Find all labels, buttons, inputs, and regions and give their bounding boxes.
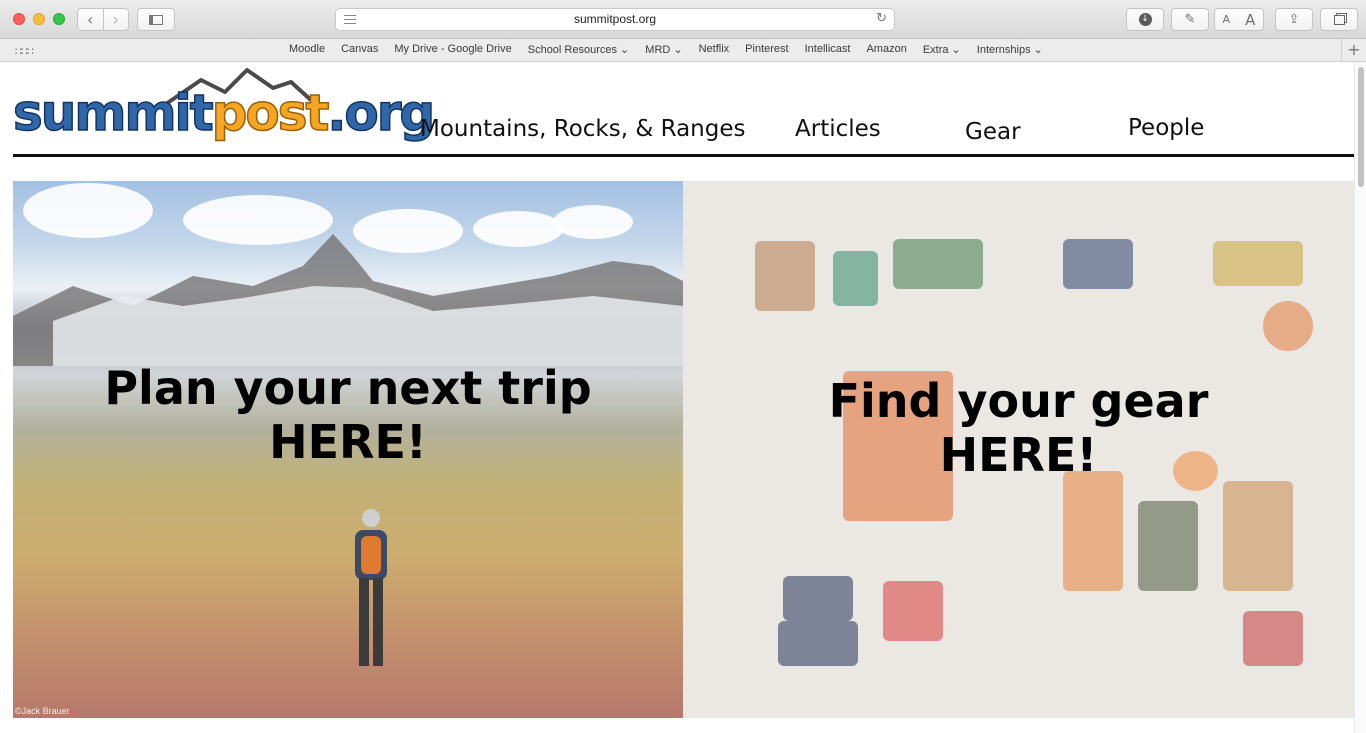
minimize-window-button[interactable] bbox=[33, 13, 45, 25]
find-gear-panel[interactable]: Find your gear HERE! bbox=[683, 181, 1354, 718]
bookmarks-list: Moodle Canvas My Drive - Google Drive Sc… bbox=[289, 43, 1059, 56]
sidebar-toggle-button[interactable] bbox=[137, 8, 175, 31]
find-gear-heading[interactable]: Find your gear HERE! bbox=[683, 374, 1354, 483]
mountain-range-icon bbox=[13, 234, 683, 366]
nav-articles[interactable]: Articles bbox=[795, 116, 881, 142]
text-smaller-button[interactable]: A bbox=[1223, 13, 1231, 26]
bookmark-canvas[interactable]: Canvas bbox=[341, 43, 378, 56]
address-bar[interactable]: summitpost.org ↻ bbox=[335, 8, 895, 31]
text-size-control[interactable]: A A bbox=[1214, 8, 1264, 31]
bookmarks-bar: ∷∷∷ Moodle Canvas My Drive - Google Driv… bbox=[0, 39, 1366, 62]
scrollbar-thumb[interactable] bbox=[1358, 67, 1364, 187]
find-gear-line2: HERE! bbox=[939, 428, 1098, 483]
zoom-window-button[interactable] bbox=[53, 13, 65, 25]
plan-trip-panel[interactable]: Plan your next trip HERE! ©Jack Brauer bbox=[13, 181, 683, 718]
reload-icon[interactable]: ↻ bbox=[876, 11, 887, 26]
history-nav: ‹ › bbox=[77, 8, 129, 31]
nav-mountains[interactable]: Mountains, Rocks, & Ranges bbox=[420, 116, 745, 142]
bookmark-school-resources[interactable]: School Resources ⌄ bbox=[528, 43, 630, 56]
plan-trip-heading[interactable]: Plan your next trip HERE! bbox=[13, 361, 683, 470]
nav-people[interactable]: People bbox=[1128, 115, 1204, 141]
bookmark-google-drive[interactable]: My Drive - Google Drive bbox=[394, 43, 511, 56]
plan-trip-line1: Plan your next trip bbox=[104, 361, 592, 415]
bookmark-internships[interactable]: Internships ⌄ bbox=[977, 43, 1043, 56]
markup-button[interactable]: ✎ bbox=[1171, 8, 1209, 31]
logo-part-org: .org bbox=[327, 84, 436, 142]
bookmark-mrd[interactable]: MRD ⌄ bbox=[645, 43, 682, 56]
plan-trip-line2: HERE! bbox=[269, 415, 427, 470]
bookmark-netflix[interactable]: Netflix bbox=[699, 43, 730, 56]
top-sites-icon[interactable]: ∷∷∷ bbox=[15, 45, 34, 58]
page-scrollbar[interactable] bbox=[1354, 62, 1366, 733]
bookmark-intellicast[interactable]: Intellicast bbox=[805, 43, 851, 56]
forward-icon[interactable]: › bbox=[102, 9, 129, 30]
find-gear-line1: Find your gear bbox=[828, 374, 1209, 428]
add-bookmark-icon[interactable]: + bbox=[1341, 39, 1366, 61]
site-logo[interactable]: summitpost.org bbox=[12, 68, 436, 148]
hiker-icon bbox=[355, 509, 387, 666]
text-larger-button[interactable]: A bbox=[1245, 11, 1255, 29]
web-page: summitpost.org Mountains, Rocks, & Range… bbox=[0, 62, 1354, 733]
browser-toolbar: ‹ › summitpost.org ↻ ↓ ✎ A A ⇪ bbox=[0, 0, 1366, 39]
nav-divider bbox=[13, 154, 1354, 157]
bookmark-pinterest[interactable]: Pinterest bbox=[745, 43, 788, 56]
share-button[interactable]: ⇪ bbox=[1275, 8, 1313, 31]
address-url: summitpost.org bbox=[573, 12, 657, 26]
back-icon[interactable]: ‹ bbox=[78, 9, 103, 30]
download-icon: ↓ bbox=[1138, 13, 1152, 26]
bookmark-amazon[interactable]: Amazon bbox=[866, 43, 906, 56]
bookmark-moodle[interactable]: Moodle bbox=[289, 43, 325, 56]
photo-credit: ©Jack Brauer bbox=[15, 706, 70, 716]
bookmark-extra[interactable]: Extra ⌄ bbox=[923, 43, 961, 56]
close-window-button[interactable] bbox=[13, 13, 25, 25]
sidebar-icon bbox=[149, 14, 163, 25]
share-icon: ⇪ bbox=[1288, 12, 1300, 27]
nav-gear[interactable]: Gear bbox=[965, 119, 1021, 145]
tabs-overview-button[interactable] bbox=[1320, 8, 1358, 31]
pencil-icon: ✎ bbox=[1184, 12, 1196, 27]
downloads-button[interactable]: ↓ bbox=[1126, 8, 1164, 31]
logo-wordmark: summitpost.org bbox=[12, 87, 436, 139]
tabs-icon bbox=[1333, 14, 1345, 25]
logo-part-summit: summit bbox=[12, 84, 214, 142]
logo-part-post: post bbox=[211, 84, 330, 142]
